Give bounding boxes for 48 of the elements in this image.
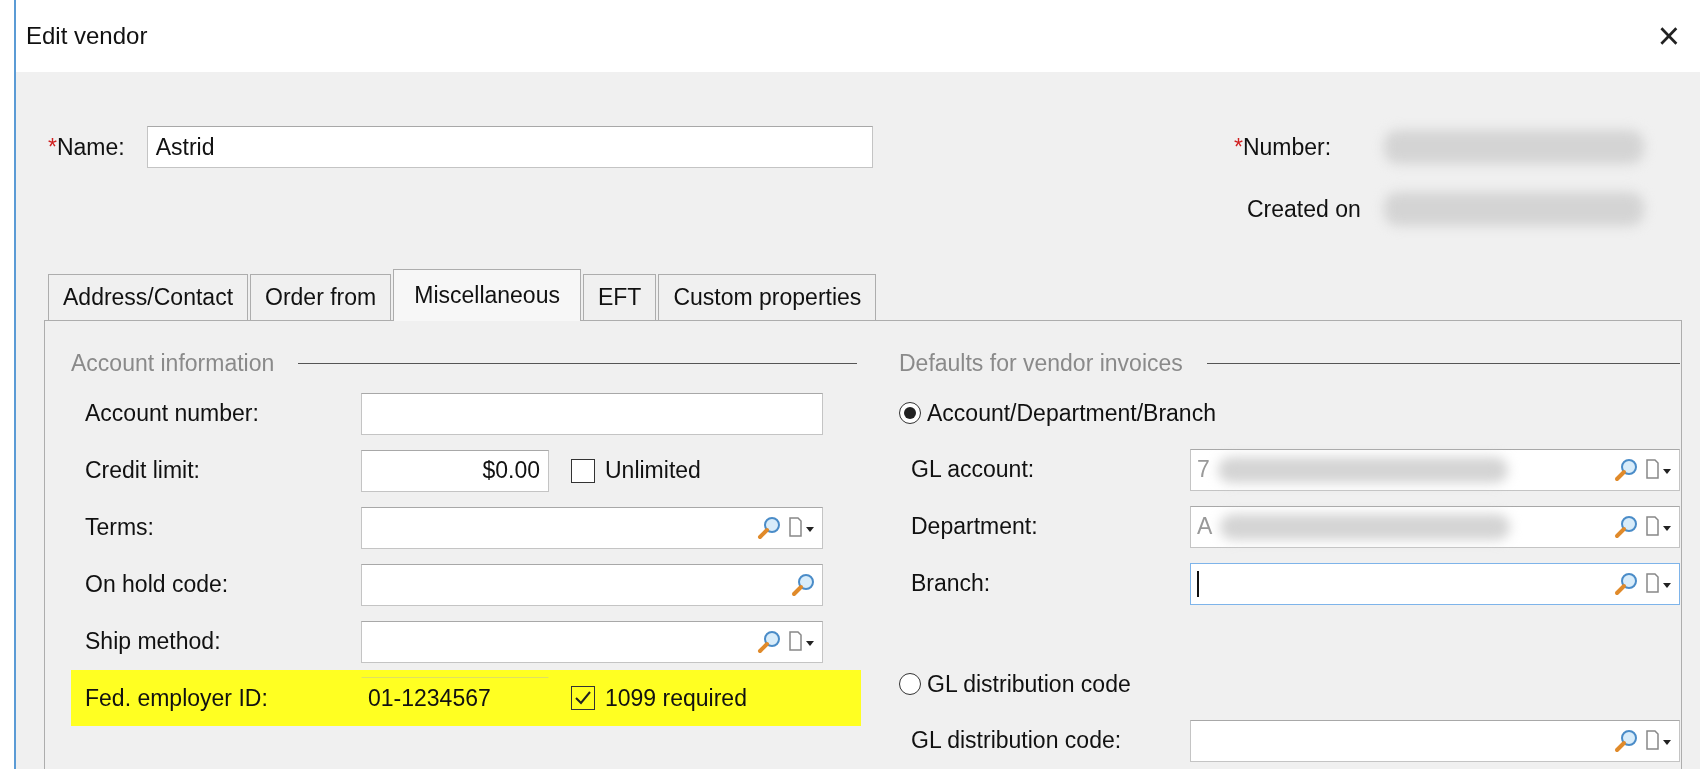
field-label: Fed. employer ID: <box>85 684 269 712</box>
search-icon[interactable] <box>790 571 816 598</box>
search-icon[interactable] <box>756 628 782 655</box>
search-icon[interactable] <box>1613 456 1639 483</box>
field-value: 7 <box>1197 456 1210 483</box>
radio-label: GL distribution code <box>927 670 1131 698</box>
name-field[interactable]: Astrid <box>146 126 873 168</box>
tab[interactable]: EFT <box>582 274 657 320</box>
input-field[interactable] <box>1190 719 1680 762</box>
radio-button[interactable] <box>899 673 921 695</box>
checkbox[interactable] <box>571 686 595 710</box>
created-label: Created on <box>1246 195 1362 223</box>
input-field[interactable] <box>361 392 823 435</box>
input-field[interactable]: $0.00 <box>361 449 549 492</box>
window-title: Edit vendor <box>26 22 149 50</box>
input-field[interactable] <box>1190 562 1680 605</box>
field-label: On hold code: <box>85 571 230 598</box>
name-label: *Name: <box>48 134 125 161</box>
input-field[interactable] <box>361 620 823 663</box>
field-value: A <box>1197 513 1213 540</box>
section-title: Account information <box>71 349 275 377</box>
checkbox-label: Unlimited <box>605 457 701 484</box>
field-label: Ship method: <box>85 628 222 655</box>
input-field[interactable] <box>361 506 823 549</box>
field-label: Branch: <box>911 570 992 597</box>
text-cursor <box>1197 570 1199 597</box>
section-title: Defaults for vendor invoices <box>899 349 1183 377</box>
search-icon[interactable] <box>756 514 782 541</box>
number-label: *Number: <box>1234 133 1333 161</box>
checkbox-label: 1099 required <box>605 684 747 712</box>
radio-button[interactable] <box>899 402 921 424</box>
checkbox[interactable] <box>571 458 595 483</box>
field-label: Terms: <box>85 514 155 541</box>
tab[interactable]: Address/Contact <box>48 274 249 320</box>
search-icon[interactable] <box>1613 570 1639 597</box>
tab[interactable]: Order from <box>250 274 392 320</box>
field-label: Department: <box>911 513 1039 540</box>
field-label: GL account: <box>911 456 1036 483</box>
field-label: GL distribution code: <box>911 727 1123 754</box>
search-icon[interactable] <box>1613 513 1639 540</box>
tab[interactable]: Custom properties <box>658 274 877 320</box>
close-button[interactable]: × <box>1651 17 1686 55</box>
radio-label: Account/Department/Branch <box>927 399 1216 427</box>
field-label: Account number: <box>85 400 260 427</box>
input-field[interactable] <box>361 563 823 606</box>
search-icon[interactable] <box>1613 727 1639 754</box>
field-label: Credit limit: <box>85 457 201 484</box>
tab[interactable]: Miscellaneous <box>393 269 581 321</box>
